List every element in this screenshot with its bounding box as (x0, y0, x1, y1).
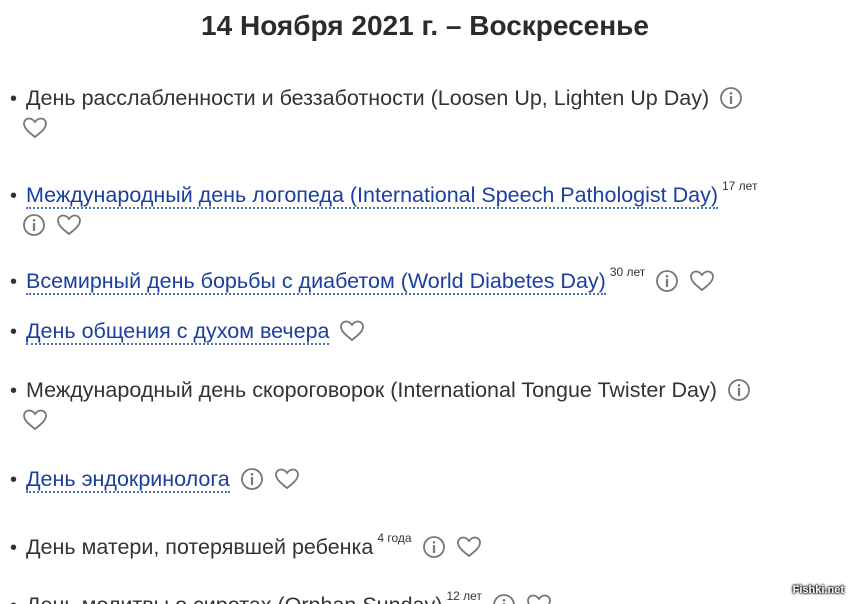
bullet: • (10, 537, 18, 559)
holiday-item: • Международный день скороговорок (Intern… (10, 376, 840, 435)
watermark: Fishki.net (792, 584, 844, 596)
heart-outline-icon[interactable] (56, 213, 82, 237)
info-circle-icon[interactable] (22, 213, 46, 237)
heart-outline-icon[interactable] (456, 535, 482, 559)
holiday-item: • День эндокринолога (10, 465, 840, 495)
info-circle-icon[interactable] (422, 535, 446, 559)
bullet: • (10, 271, 18, 293)
bullet: • (10, 469, 18, 491)
holiday-link[interactable]: Международный день логопеда (Internation… (26, 183, 718, 209)
bullet: • (10, 88, 18, 110)
item-actions (10, 406, 840, 435)
info-circle-icon[interactable] (655, 269, 679, 293)
heart-outline-icon[interactable] (22, 408, 48, 432)
bullet: • (10, 185, 18, 207)
bullet: • (10, 592, 26, 604)
info-circle-icon[interactable] (719, 86, 743, 110)
heart-outline-icon[interactable] (689, 269, 715, 293)
heart-outline-icon[interactable] (22, 116, 48, 140)
heart-outline-icon[interactable] (339, 319, 365, 343)
page-title: 14 Ноября 2021 г. – Воскресенье (201, 10, 649, 41)
heart-outline-icon[interactable] (526, 593, 552, 604)
info-circle-icon[interactable] (727, 378, 751, 402)
bullet: • (10, 380, 18, 402)
years-badge: 4 года (377, 531, 412, 545)
info-circle-icon[interactable] (240, 467, 264, 491)
holiday-name: День матери, потерявшей ребенка (26, 535, 374, 559)
holiday-name: Международный день скороговорок (Interna… (26, 378, 717, 402)
years-badge: 30 лет (609, 265, 646, 279)
heart-outline-icon[interactable] (274, 467, 300, 491)
holiday-item: • Всемирный день борьбы с диабетом (World… (10, 258, 840, 297)
holiday-item: • День расслабленности и беззаботности (L… (10, 84, 840, 143)
holiday-link[interactable]: Всемирный день борьбы с диабетом (World … (26, 269, 606, 295)
holiday-name: День расслабленности и беззаботности (Lo… (26, 86, 710, 110)
years-badge: 12 лет (446, 589, 482, 603)
item-actions (10, 114, 840, 143)
holiday-item: • День общения с духом вечера (10, 317, 840, 347)
years-badge: 17 лет (722, 179, 758, 193)
holiday-link[interactable]: День эндокринолога (26, 467, 230, 493)
holiday-item: •День молитвы о сиротах (Orphan Sunday) 1… (10, 582, 840, 604)
holiday-item: • Международный день логопеда (Internatio… (10, 172, 840, 240)
info-circle-icon[interactable] (492, 593, 516, 604)
holiday-item: • День матери, потерявшей ребенка 4 года (10, 524, 840, 563)
bullet: • (10, 321, 18, 343)
item-actions (10, 211, 840, 240)
holiday-link[interactable]: День общения с духом вечера (26, 319, 330, 345)
holiday-name: День молитвы о сиротах (Orphan Sunday) (26, 593, 442, 604)
